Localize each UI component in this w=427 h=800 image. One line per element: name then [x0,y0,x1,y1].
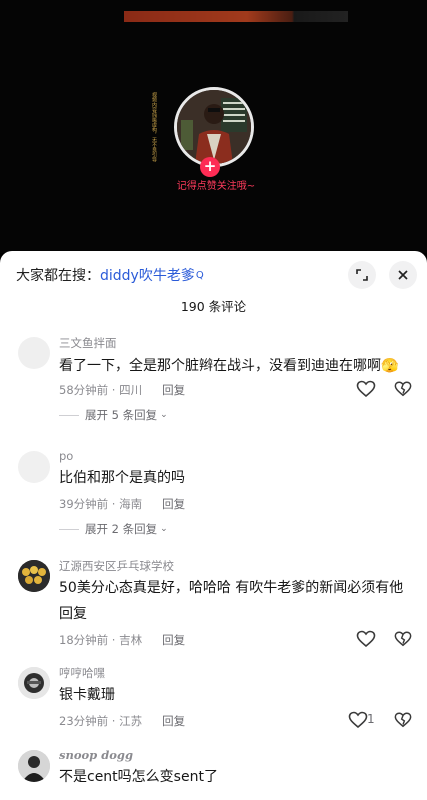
comment-meta: 39分钟前 · 海南 回复 [59,496,185,512]
comment-time: 39分钟前 · 海南 [59,497,143,511]
comment-time: 18分钟前 · 吉林 [59,633,143,647]
comment-text[interactable]: 50美分心态真是好，哈哈哈 有吹牛老爹的新闻必须有他 [59,576,419,601]
search-prefix: 大家都在搜： [16,268,100,284]
comment-meta: 18分钟前 · 吉林 回复 [59,632,185,648]
chevron-down-icon: ⌄ [160,410,168,420]
close-button[interactable] [389,261,417,289]
follow-hint: 记得点赞关注哦~ [176,181,256,192]
dislike-icon[interactable] [394,380,412,398]
avatar[interactable] [18,337,50,369]
creator-avatar-image [177,90,251,164]
like-count: 1 [367,712,375,726]
comment-username[interactable]: snoop dogg [59,748,133,762]
reply-button[interactable]: 回复 [162,496,185,512]
dislike-icon[interactable] [394,711,412,729]
comment-text-continued[interactable]: 回复 [59,602,419,627]
video-banner [124,11,348,22]
dislike-icon[interactable] [394,630,412,648]
comment-username[interactable]: 三文鱼拌面 [59,335,117,351]
like-icon[interactable] [356,630,376,648]
creator-avatar[interactable] [174,87,254,167]
comment-username[interactable]: 辽源西安区乒乓球学校 [59,558,174,574]
comment-meta: 58分钟前 · 四川 回复 [59,382,185,398]
chevron-down-icon: ⌄ [160,524,168,534]
avatar[interactable] [18,667,50,699]
reply-button[interactable]: 回复 [162,382,185,398]
search-keyword[interactable]: diddy吹牛老爹 [100,265,195,285]
like-icon[interactable] [356,380,376,398]
expand-replies-label: 展开 5 条回复 [85,408,158,422]
comment-text[interactable]: 银卡戴珊 [59,683,359,708]
reply-button[interactable]: 回复 [162,632,185,648]
divider [59,528,79,530]
comment-username[interactable]: 哼哼哈嘿 [59,665,105,681]
search-icon: Q [195,269,204,281]
comment-time: 58分钟前 · 四川 [59,383,143,397]
avatar-image [18,750,50,782]
expand-replies-label: 展开 2 条回复 [85,522,158,536]
trending-search[interactable]: 大家都在搜： diddy吹牛老爹 Q [16,265,204,285]
expand-replies[interactable]: 展开 2 条回复 ⌄ [59,521,168,537]
avatar-image [18,560,50,592]
video-player[interactable]: 视频内容纯属虚构，无不良引导 + 记得点赞关注哦~ [0,0,427,253]
like-icon[interactable] [348,711,368,729]
close-icon [398,270,408,280]
comment-username[interactable]: po [59,449,73,463]
reply-button[interactable]: 回复 [162,713,185,729]
expand-button[interactable] [348,261,376,289]
comment-text[interactable]: 看了一下，全是那个脏辫在战斗，没看到迪迪在哪啊🫣 [59,354,419,379]
avatar[interactable] [18,451,50,483]
video-side-caption: 视频内容纯属虚构，无不良引导 [151,92,157,162]
comment-sheet: 大家都在搜： diddy吹牛老爹 Q 190 条评论 三文鱼拌面 看了一下，全是… [0,251,427,800]
avatar[interactable] [18,750,50,782]
comment-count: 190 条评论 [180,299,247,314]
comment-text[interactable]: 不是cent吗怎么变sent了 [59,765,359,790]
expand-icon [356,269,368,281]
avatar-image [18,667,50,699]
avatar[interactable] [18,560,50,592]
divider [59,414,79,416]
follow-button[interactable]: + [200,157,220,177]
expand-replies[interactable]: 展开 5 条回复 ⌄ [59,407,168,423]
comment-time: 23分钟前 · 江苏 [59,714,143,728]
comment-meta: 23分钟前 · 江苏 回复 [59,713,185,729]
comment-text[interactable]: 比伯和那个是真的吗 [59,466,359,491]
